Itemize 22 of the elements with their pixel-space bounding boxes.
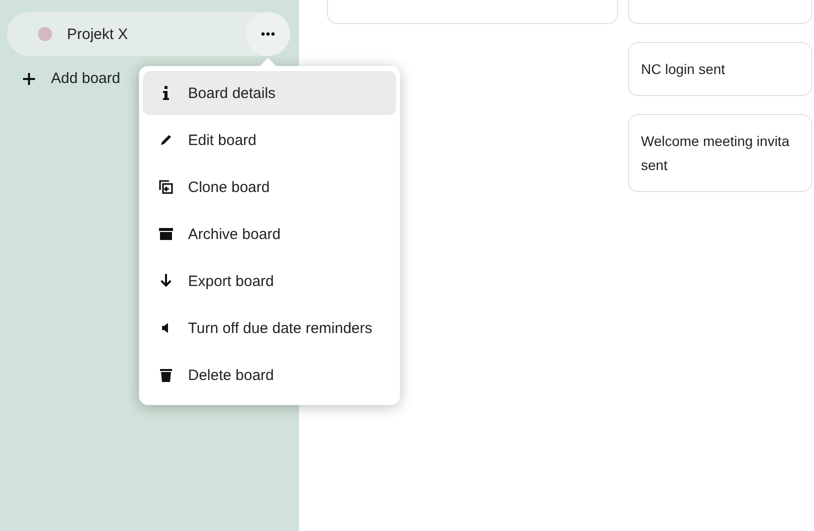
clone-icon	[158, 179, 174, 195]
add-board-button[interactable]: Add board	[23, 70, 120, 87]
card[interactable]: Welcome meeting invita sent	[628, 114, 812, 192]
more-button[interactable]	[246, 12, 290, 56]
menu-item[interactable]: Delete board	[143, 353, 396, 397]
download-icon	[158, 273, 174, 289]
archive-icon	[158, 226, 174, 242]
menu-item[interactable]: Clone board	[143, 165, 396, 209]
card[interactable]: NC login sent	[628, 42, 812, 96]
more-icon	[261, 32, 275, 36]
trash-icon	[158, 367, 174, 383]
menu-item[interactable]: Archive board	[143, 212, 396, 256]
pencil-icon	[158, 132, 174, 148]
menu-item[interactable]: Board details	[143, 71, 396, 115]
menu-item[interactable]: Edit board	[143, 118, 396, 162]
card-title: Welcome meeting invita sent	[641, 132, 790, 175]
board-item[interactable]: Projekt X	[7, 12, 290, 56]
card-title: NC login sent	[641, 60, 726, 79]
menu-item[interactable]: Turn off due date reminders	[143, 306, 396, 350]
plus-icon	[23, 72, 35, 84]
board-name: Projekt X	[67, 26, 129, 42]
menu-item[interactable]: Export board	[143, 259, 396, 303]
